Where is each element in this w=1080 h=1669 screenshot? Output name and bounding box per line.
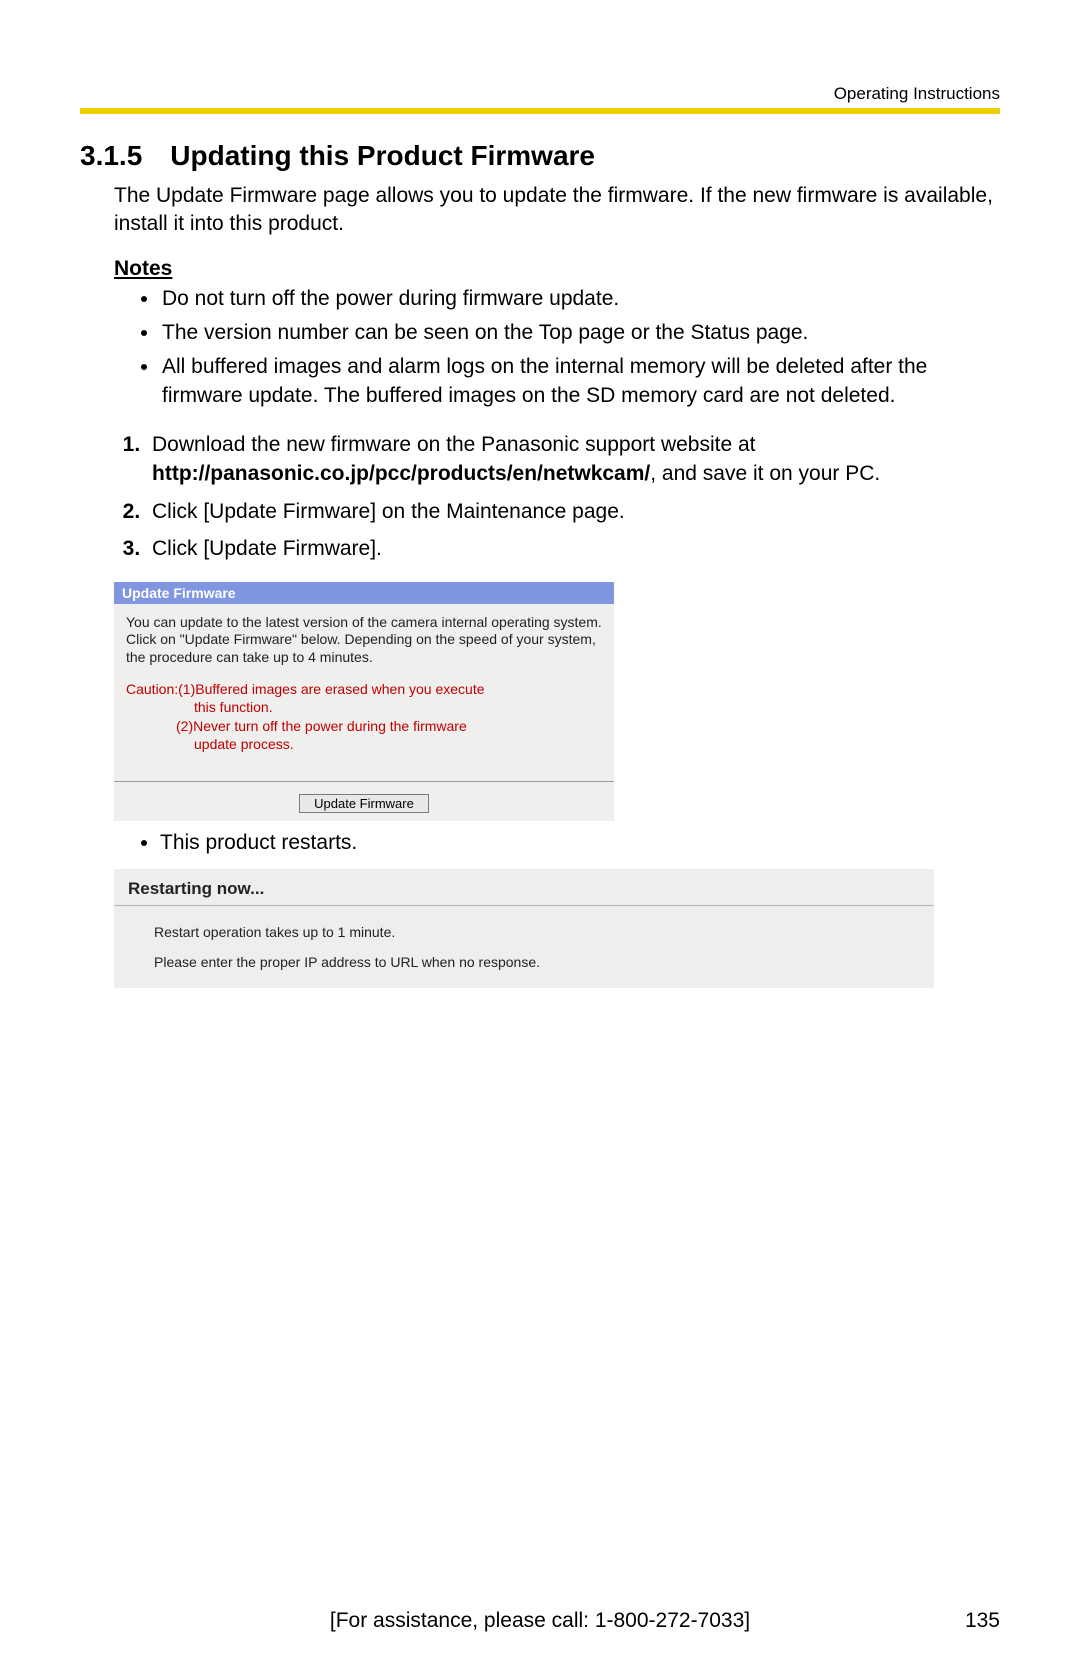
step-1-pre: Download the new firmware on the Panason… — [152, 433, 756, 456]
step-1-url: http://panasonic.co.jp/pcc/products/en/n… — [152, 462, 650, 485]
panel-button-row: Update Firmware — [114, 792, 614, 821]
panel-caution: Caution:(1)Buffered images are erased wh… — [114, 674, 614, 755]
section-number: 3.1.5 — [80, 140, 142, 172]
restarting-line-2: Please enter the proper IP address to UR… — [114, 940, 934, 970]
panel-titlebar: Update Firmware — [114, 582, 614, 604]
yellow-header-rule — [80, 108, 1000, 114]
caution-line-1: Caution:(1)Buffered images are erased wh… — [126, 681, 485, 697]
notes-item: Do not turn off the power during firmwar… — [160, 285, 1000, 313]
panel-body-text: You can update to the latest version of … — [114, 604, 614, 675]
panel-spacer — [114, 755, 614, 781]
footer-assist: [For assistance, please call: 1-800-272-… — [80, 1609, 1000, 1633]
panel-separator — [114, 781, 614, 792]
step-1-post: , and save it on your PC. — [650, 462, 880, 485]
step-1: Download the new firmware on the Panason… — [146, 430, 1000, 489]
section-intro: The Update Firmware page allows you to u… — [114, 182, 1000, 239]
step-2: Click [Update Firmware] on the Maintenan… — [146, 497, 1000, 526]
substep-restart: This product restarts. — [160, 831, 1000, 855]
notes-item: All buffered images and alarm logs on th… — [160, 353, 1000, 410]
notes-list: Do not turn off the power during firmwar… — [160, 285, 1000, 410]
caution-line-3: (2)Never turn off the power during the f… — [126, 717, 602, 735]
restarting-panel: Restarting now... Restart operation take… — [114, 869, 934, 988]
steps-list: Download the new firmware on the Panason… — [114, 430, 1000, 564]
notes-heading: Notes — [114, 257, 1000, 281]
step-3: Click [Update Firmware]. — [146, 534, 1000, 563]
update-firmware-panel: Update Firmware You can update to the la… — [114, 582, 614, 821]
restarting-line-1: Restart operation takes up to 1 minute. — [114, 906, 934, 940]
document-page: Operating Instructions 3.1.5 Updating thi… — [0, 0, 1080, 1669]
doc-title-header: Operating Instructions — [834, 84, 1000, 104]
restarting-title: Restarting now... — [114, 869, 934, 906]
section-title-text: Updating this Product Firmware — [170, 140, 595, 171]
page-number: 135 — [965, 1609, 1000, 1633]
section-heading: 3.1.5 Updating this Product Firmware — [80, 140, 1000, 172]
notes-item: The version number can be seen on the To… — [160, 319, 1000, 347]
caution-line-2: this function. — [126, 698, 602, 716]
caution-line-4: update process. — [126, 735, 602, 753]
update-firmware-button[interactable]: Update Firmware — [299, 794, 429, 813]
substep-list: This product restarts. — [160, 831, 1000, 855]
